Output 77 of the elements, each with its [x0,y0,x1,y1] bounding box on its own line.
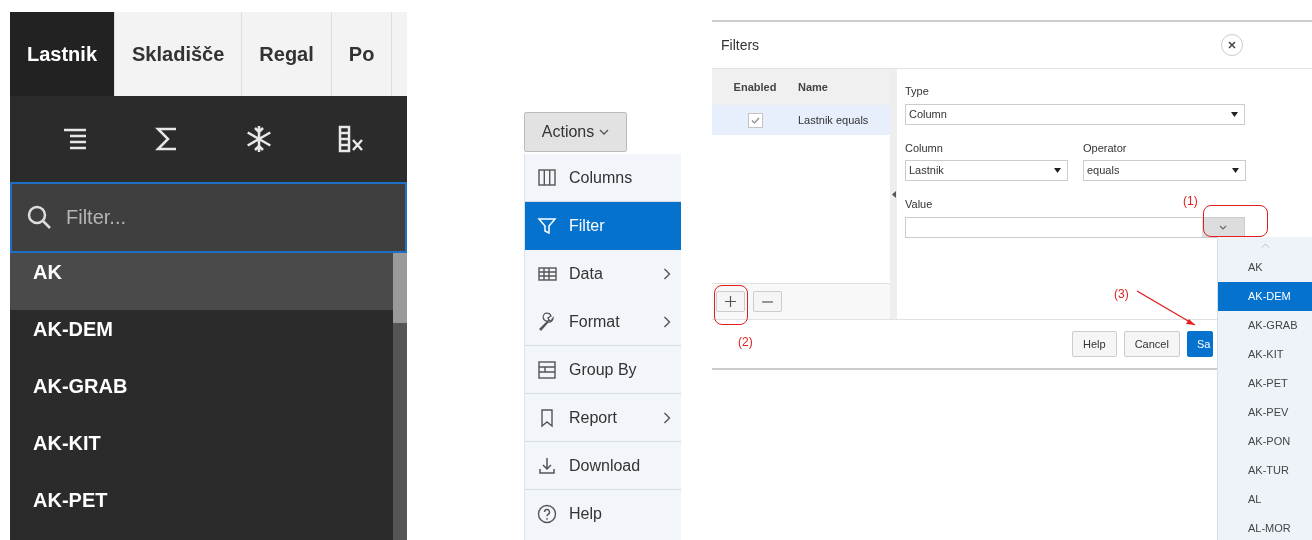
value-option[interactable]: AK-GRAB [10,367,393,424]
dialog-title: Filters [721,35,760,55]
value-option[interactable]: AK-PET [1218,369,1312,398]
dropdown-arrow-icon [1232,168,1239,173]
filter-row[interactable]: Lastnik equals [712,105,890,135]
download-icon [537,455,557,476]
close-icon [1228,41,1236,49]
select-field[interactable]: Column [905,103,1245,125]
annotation-arrow [1136,290,1198,328]
remove-button[interactable] [753,291,782,312]
wrench-icon [537,311,557,332]
funnel-icon [537,216,557,236]
table-icon [537,264,557,284]
menu-item[interactable]: Filter [525,202,681,250]
column-tab[interactable]: Lastnik [10,12,116,96]
minus-icon [762,300,773,303]
plus-icon [725,296,736,307]
field-label: Type [905,84,929,99]
value-option[interactable]: AK-GRAB [1218,311,1312,340]
menu-item[interactable]: Data [525,250,681,298]
dialog-button[interactable]: Sa [1186,331,1214,357]
chevron-icon [1219,224,1227,230]
value-option[interactable]: AK-DEM [10,310,393,367]
caret-icon [599,128,610,136]
value-option[interactable]: AK [1218,253,1312,282]
value-option[interactable]: AK-DEM [1218,282,1312,311]
menu-item[interactable]: Format [525,298,681,346]
value-option[interactable]: AK [10,253,393,310]
column-tab[interactable]: Regal [242,12,332,96]
value-option[interactable]: AK-PON [1218,427,1312,456]
dropdown-arrow-icon [1231,111,1238,117]
value-option[interactable]: AK-TUR [1218,456,1312,485]
column-tab[interactable]: Skladišče [115,12,243,96]
value-option[interactable]: AL [1218,485,1312,514]
value-option[interactable]: AK-KIT [1218,340,1312,369]
value-option[interactable]: AK-PEV [1218,398,1312,427]
menu-item[interactable]: Report [525,394,681,442]
actions-button[interactable]: Actions [524,112,627,152]
column-header: Name [798,81,828,93]
field-label: Value [905,197,933,212]
column-remove-icon[interactable] [336,124,366,154]
filter-field[interactable]: Filter... [10,182,407,253]
column-tab[interactable]: Po [331,12,393,96]
value-option[interactable]: AL-MOR [1218,514,1312,540]
enabled-checkbox[interactable] [747,112,763,128]
annotation-frame [1203,205,1268,237]
columns-icon [537,167,557,188]
annotation-frame [714,285,748,325]
check-icon [750,116,760,124]
help-icon [537,504,557,524]
select-field[interactable]: Lastnik [905,160,1068,181]
chevron-icon [663,411,671,424]
collapse-arrow-icon [891,190,896,198]
value-option[interactable]: AK-PET [10,481,393,538]
add-button[interactable] [716,291,745,312]
field-label: Operator [1083,140,1127,156]
snowflake-icon[interactable] [244,124,274,154]
close-button[interactable] [1221,34,1243,56]
annotation-label: (2) [738,334,753,351]
menu-item[interactable]: Download [525,442,681,490]
dialog-button[interactable]: Cancel [1123,331,1180,357]
chevron-icon [663,315,671,328]
dropdown-arrow-icon [1054,168,1061,173]
annotation-label: (3) [1114,286,1129,303]
dialog-button[interactable]: Help [1072,331,1117,357]
value-option[interactable]: AK-KIT [10,424,393,481]
value-field[interactable] [905,216,1245,238]
annotation-label: (1) [1183,193,1198,210]
column-header: Enabled [732,81,778,93]
chevron-icon [663,268,671,280]
field-label: Column [905,140,943,156]
scrollbar[interactable] [393,253,407,540]
menu-item[interactable]: Group By [525,346,681,394]
layout-icon [537,359,557,380]
menu-item[interactable]: Help [525,490,681,538]
list-button[interactable] [1202,217,1244,237]
select-field[interactable]: equals [1083,160,1246,181]
